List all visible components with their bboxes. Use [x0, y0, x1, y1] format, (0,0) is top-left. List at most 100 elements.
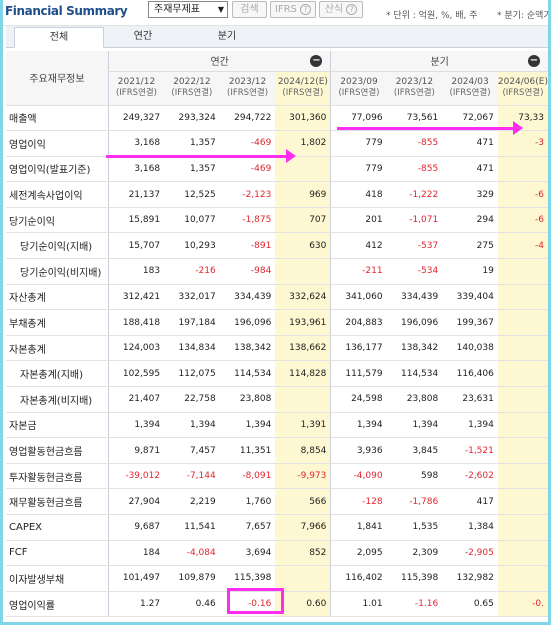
group-annual-label: 연간 [210, 57, 229, 69]
period-date: 2024/03 [451, 77, 489, 87]
table-cell: -1,071 [386, 207, 443, 234]
row-label[interactable]: 자본총계 [6, 335, 109, 362]
collapse-annual-icon[interactable]: − [310, 55, 323, 67]
period-header: 2024/12(E) (IFRS연결) [275, 71, 331, 106]
table-cell: 10,293 [164, 232, 220, 260]
table-cell: -2,602 [442, 463, 498, 490]
table-cell: 27,904 [107, 488, 165, 515]
row-label[interactable]: 재무활동현금흐름 [6, 488, 109, 515]
table-cell: -1,222 [386, 181, 443, 208]
page-title: Financial Summary [5, 4, 128, 18]
period-header: 2024/06(E) (IFRS연결) [497, 71, 548, 106]
table-cell: 8,854 [275, 437, 331, 464]
ifrs-button[interactable]: IFRS ? [270, 1, 316, 18]
table-cell: -2,123 [219, 181, 276, 208]
table-cell: -4,090 [330, 463, 387, 490]
table-cell: 115,398 [386, 565, 443, 592]
row-label[interactable]: 이자발생부채 [6, 565, 109, 592]
table-cell: 114,534 [386, 360, 443, 388]
row-label[interactable]: 자본총계(비지배) [6, 386, 109, 413]
table-cell: -39,012 [107, 463, 165, 490]
table-cell: 197,184 [164, 309, 220, 336]
table-cell: -7,144 [164, 463, 220, 490]
row-label[interactable]: 투자활동현금흐름 [6, 463, 109, 490]
period-date: 2022/12 [173, 77, 211, 87]
table-row: 영업활동현금흐름 9,871 7,457 11,351 8,854 3,936 3,845-… [6, 437, 548, 464]
period-note: * 분기: 순액기 [497, 11, 551, 21]
row-label[interactable]: FCF [6, 540, 109, 567]
table-cell: 1,760 [219, 488, 276, 515]
tab-all[interactable]: 전체 [14, 27, 104, 48]
table-cell: 3,936 [330, 437, 387, 464]
search-button[interactable]: 검색 [232, 1, 267, 18]
table-cell: -1,786 [386, 488, 443, 515]
period-basis: (IFRS연결) [338, 88, 380, 98]
table-cell [497, 335, 548, 362]
table-cell: 124,003 [107, 335, 165, 362]
search-button-label: 검색 [240, 4, 259, 15]
table-cell [497, 463, 548, 490]
table-row: 자본금 1,394 1,394 1,394 1,391 1,394 1,394 1,394 [6, 412, 548, 439]
row-label[interactable]: 자본금 [6, 412, 109, 439]
row-label[interactable]: 영업이익률 [6, 591, 109, 618]
table-row: 투자활동현금흐름 -39,012 -7,144 -8,091 -9,973 -4,090 5… [6, 463, 548, 490]
table-cell: -891 [219, 232, 276, 260]
table-cell: 111,579 [330, 360, 387, 388]
table-cell: 21,137 [107, 181, 165, 208]
table-cell: -216 [164, 258, 220, 285]
table-cell: 21,407 [107, 386, 165, 413]
table-cell: 1,394 [442, 412, 498, 439]
row-label[interactable]: 당기순이익 [6, 207, 109, 234]
table-row: 당기순이익(비지배) 183 -216 -984 -211 -534 19 [6, 258, 548, 285]
period-date: 2023/12 [228, 77, 267, 87]
table-row: 자본총계(지배) 102,595 112,075 114,534 114,828 111,… [6, 360, 548, 388]
table-cell: 779 [330, 156, 387, 183]
statement-type-select[interactable]: 주재무제표 ▼ [148, 1, 228, 18]
row-label[interactable]: 당기순이익(지배) [6, 232, 109, 260]
table-cell: -4 [497, 232, 548, 260]
table-row: 당기순이익(지배) 15,707 10,293 -891 630 412 -537 275 -4 [6, 232, 548, 260]
row-label[interactable]: 영업이익(발표기준) [6, 156, 109, 183]
period-basis: (IFRS연결) [227, 88, 269, 98]
row-label[interactable]: CAPEX [6, 514, 109, 541]
table-cell: 566 [275, 488, 331, 515]
period-date: 2024/12(E) [277, 77, 328, 87]
table-cell: 1,394 [386, 412, 443, 439]
collapse-quarter-icon[interactable]: − [528, 55, 540, 67]
table-cell [497, 360, 548, 388]
tab-annual[interactable]: 연간 [98, 27, 188, 48]
row-label[interactable]: 영업활동현금흐름 [6, 437, 109, 464]
row-label[interactable]: 당기순이익(비지배) [6, 258, 109, 285]
row-label[interactable]: 영업이익 [6, 130, 109, 157]
table-row: 자본총계(비지배) 21,407 22,758 23,808 24,598 23,808 2… [6, 386, 548, 413]
table-cell: 1,802 [275, 130, 331, 157]
table-row: 당기순이익 15,891 10,077 -1,875 707 201 -1,071 294 -6 [6, 207, 548, 234]
table-cell [275, 156, 331, 183]
table-cell: 193,961 [275, 309, 331, 336]
row-label[interactable]: 자본총계(지배) [6, 360, 109, 388]
period-header: 2022/12 (IFRS연결) [164, 71, 220, 106]
table-cell: 471 [442, 130, 498, 157]
row-label[interactable]: 부채총계 [6, 309, 109, 336]
table-cell: 132,982 [442, 565, 498, 592]
table-cell: 136,177 [330, 335, 387, 362]
unit-note: * 단위 : 억원, %, 배, 주 [386, 11, 478, 21]
table-cell: 418 [330, 181, 387, 208]
tab-quarter[interactable]: 분기 [182, 27, 272, 48]
table-cell: 15,891 [107, 207, 165, 234]
table-cell [497, 309, 548, 336]
table-cell: 114,828 [275, 360, 331, 388]
row-label[interactable]: 세전계속사업이익 [6, 181, 109, 208]
row-header: 주요재무정보 [6, 51, 109, 106]
table-cell: 11,351 [219, 437, 276, 464]
table-cell: -6 [497, 181, 548, 208]
table-cell: 332,017 [164, 284, 220, 311]
table-row: 영업이익(발표기준) 3,168 1,357 -469 779 -855 471 [6, 156, 548, 183]
table-cell: 22,758 [164, 386, 220, 413]
highlight-arrow [106, 149, 296, 163]
table-row: 영업이익 3,168 1,357 -469 1,802 779 -855 471 -3 [6, 130, 548, 157]
formula-button[interactable]: 산식 ? [319, 1, 363, 18]
row-label[interactable]: 매출액 [6, 105, 109, 132]
row-label[interactable]: 자산총계 [6, 284, 109, 311]
table-cell: 707 [275, 207, 331, 234]
